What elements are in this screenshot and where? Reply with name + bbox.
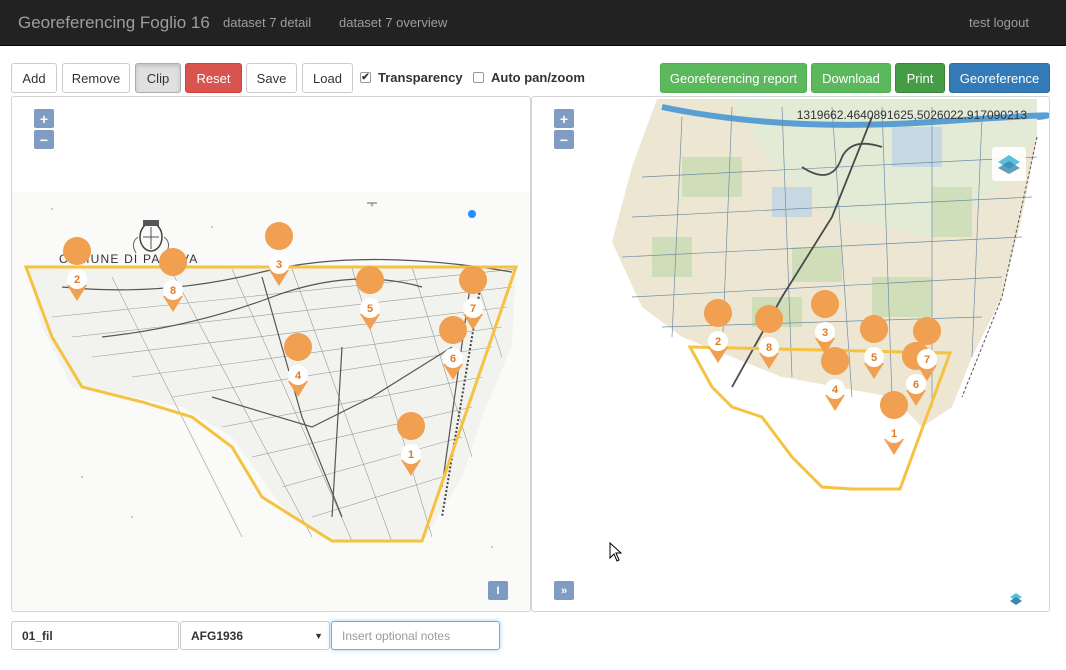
nav-link-dataset-detail[interactable]: dataset 7 detail: [223, 15, 311, 30]
crs-select-value: AFG1936: [191, 628, 244, 643]
download-button[interactable]: Download: [811, 63, 891, 93]
auto-pan-toggle[interactable]: Auto pan/zoom: [473, 70, 585, 85]
remove-button[interactable]: Remove: [62, 63, 130, 93]
georeferencing-report-button[interactable]: Georeferencing report: [660, 63, 807, 93]
transparency-label: Transparency: [378, 70, 463, 85]
right-map-corner-button[interactable]: »: [554, 581, 574, 600]
historic-map-canvas[interactable]: COMUNE DI PADOVA: [12, 97, 531, 612]
notes-input[interactable]: Insert optional notes: [331, 621, 500, 650]
navbar: Georeferencing Foglio 16 dataset 7 detai…: [0, 0, 1066, 46]
left-zoom-in-button[interactable]: +: [34, 109, 54, 128]
cursor-point: [468, 210, 476, 218]
chevron-down-icon: ▼: [314, 631, 323, 641]
target-map-panel[interactable]: + − 1319662.4640891625,5026022.917090213…: [531, 96, 1050, 612]
layers-icon: [998, 155, 1020, 174]
right-zoom-in-button[interactable]: +: [554, 109, 574, 128]
nav-link-dataset-overview[interactable]: dataset 7 overview: [339, 15, 447, 30]
right-zoom-out-button[interactable]: −: [554, 130, 574, 149]
print-button[interactable]: Print: [895, 63, 945, 93]
basemap-canvas[interactable]: [532, 97, 1050, 612]
layer-switcher-button[interactable]: [992, 147, 1026, 181]
source-map-panel[interactable]: COMUNE DI PADOVA + − I 1 2 3 4 5 6 7 8: [11, 96, 531, 612]
georeference-button[interactable]: Georeference: [949, 63, 1050, 93]
load-button[interactable]: Load: [302, 63, 353, 93]
left-zoom-out-button[interactable]: −: [34, 130, 54, 149]
mouse-cursor-icon: [609, 542, 623, 562]
left-map-corner-button[interactable]: I: [488, 581, 508, 600]
crs-select[interactable]: AFG1936 ▼: [180, 621, 330, 650]
auto-pan-checkbox[interactable]: [473, 72, 484, 83]
auto-pan-label: Auto pan/zoom: [491, 70, 585, 85]
save-button[interactable]: Save: [246, 63, 297, 93]
mini-layers-icon[interactable]: [1009, 592, 1023, 606]
transparency-toggle[interactable]: ✔ Transparency: [360, 70, 463, 85]
add-button[interactable]: Add: [11, 63, 57, 93]
app-brand[interactable]: Georeferencing Foglio 16: [18, 13, 210, 33]
coordinates-readout: 1319662.4640891625,5026022.917090213: [796, 108, 1027, 122]
map-title-text: COMUNE DI PADOVA: [59, 252, 198, 266]
clip-button[interactable]: Clip: [135, 63, 181, 93]
name-field[interactable]: 01_fil: [11, 621, 179, 650]
transparency-checkbox[interactable]: ✔: [360, 72, 371, 83]
reset-button[interactable]: Reset: [185, 63, 242, 93]
nav-link-user-logout[interactable]: test logout: [969, 15, 1029, 30]
